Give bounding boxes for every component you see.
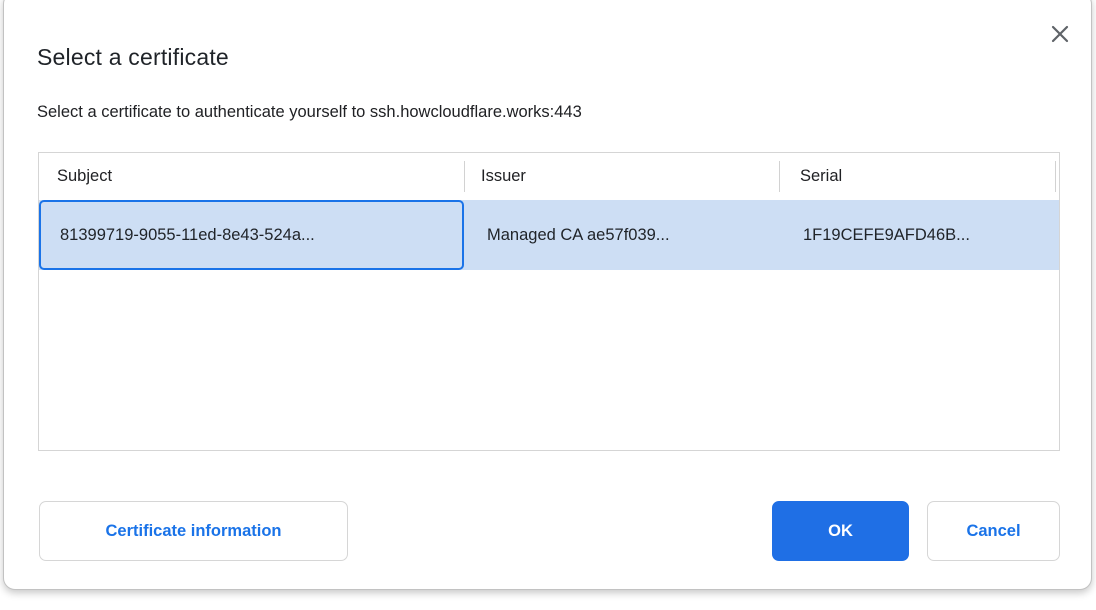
column-divider	[779, 161, 780, 192]
dialog-subtitle: Select a certificate to authenticate you…	[37, 103, 582, 122]
certificate-information-button[interactable]: Certificate information	[39, 501, 348, 561]
certificate-issuer-cell[interactable]: Managed CA ae57f039...	[464, 200, 779, 270]
cancel-button[interactable]: Cancel	[927, 501, 1060, 561]
close-icon-glyph	[1051, 25, 1069, 43]
dialog-title: Select a certificate	[37, 44, 229, 71]
certificate-subject-cell[interactable]: 81399719-9055-11ed-8e43-524a...	[39, 200, 464, 270]
close-icon[interactable]	[1047, 21, 1073, 47]
ok-button[interactable]: OK	[772, 501, 909, 561]
column-header-serial: Serial	[779, 167, 1059, 186]
certificate-table-header: Subject Issuer Serial	[39, 153, 1059, 200]
certificate-serial-cell[interactable]: 1F19CEFE9AFD46B...	[779, 200, 1059, 270]
column-divider	[1055, 161, 1056, 192]
certificate-table: Subject Issuer Serial 81399719-9055-11ed…	[38, 152, 1060, 451]
certificate-row-selected[interactable]: 81399719-9055-11ed-8e43-524a... Managed …	[39, 200, 1059, 270]
screen: Select a certificate Select a certificat…	[0, 0, 1096, 610]
select-certificate-dialog: Select a certificate Select a certificat…	[3, 0, 1092, 590]
column-divider	[464, 161, 465, 192]
column-header-issuer: Issuer	[464, 167, 779, 186]
column-header-subject: Subject	[39, 167, 464, 186]
